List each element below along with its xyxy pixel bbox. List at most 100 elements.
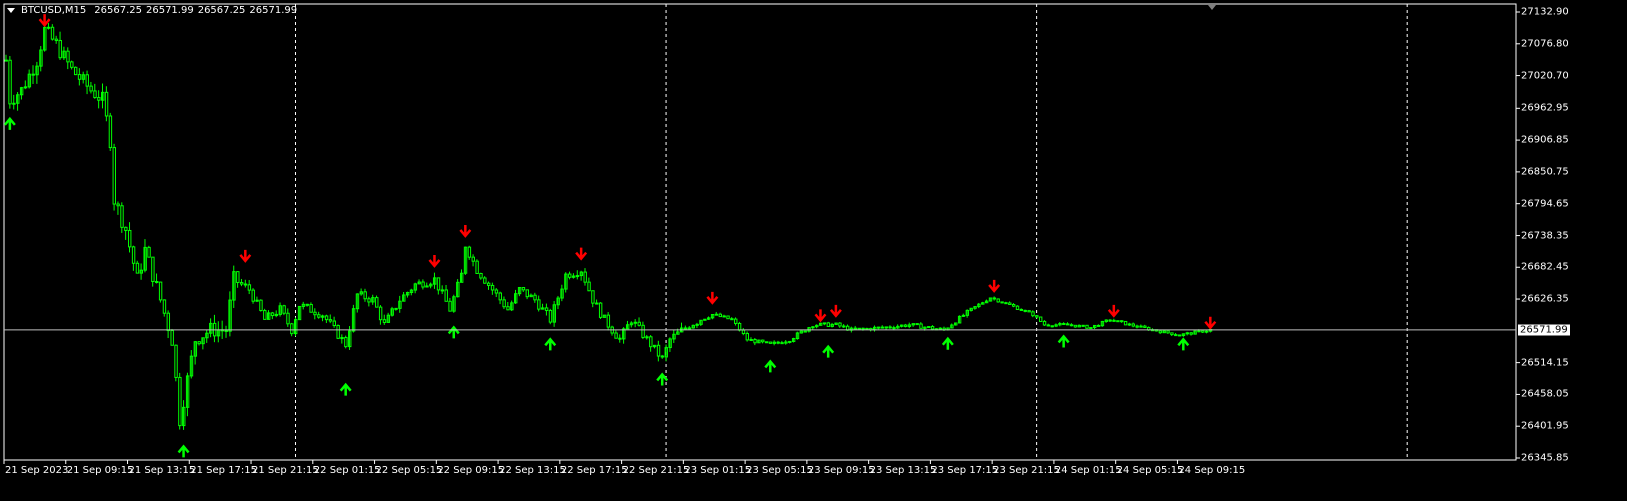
candle-body xyxy=(197,341,201,345)
candle-body xyxy=(618,337,622,340)
candle-body xyxy=(919,323,923,329)
candle-body xyxy=(313,311,317,316)
price-chart[interactable] xyxy=(0,0,1627,501)
candle-body xyxy=(270,312,275,317)
time-label: 21 Sep 13:15 xyxy=(128,465,196,476)
candle-body xyxy=(440,289,445,292)
candle-body xyxy=(263,310,267,320)
candle-body xyxy=(730,318,734,321)
candle-body xyxy=(633,321,638,324)
price-label: 26626.35 xyxy=(1521,293,1569,305)
candle-body xyxy=(660,355,665,358)
candle-body xyxy=(780,342,784,345)
candle-body xyxy=(471,256,475,262)
candle-body xyxy=(1158,330,1163,334)
candle-body xyxy=(741,329,746,335)
candle-body xyxy=(1096,324,1101,327)
candle-body xyxy=(290,323,294,335)
candle-body xyxy=(467,246,472,258)
candle-body xyxy=(533,294,537,301)
candle-body xyxy=(822,322,827,325)
candle-body xyxy=(344,337,348,348)
candle-body xyxy=(865,327,869,330)
candle-body xyxy=(239,282,244,285)
candle-body xyxy=(598,302,603,318)
time-label: 21 Sep 09:15 xyxy=(66,465,134,476)
candle-body xyxy=(544,307,549,311)
candle-body xyxy=(1011,304,1016,307)
candle-body xyxy=(1123,320,1128,326)
candle-body xyxy=(1127,323,1132,326)
candle-body xyxy=(162,299,167,314)
candle-body xyxy=(282,305,286,314)
candle-body xyxy=(97,97,101,101)
candle-body xyxy=(753,339,757,344)
price-label: 26850.75 xyxy=(1521,166,1569,178)
candle-body xyxy=(23,86,28,89)
candle-body xyxy=(50,26,55,40)
time-label: 23 Sep 13:15 xyxy=(869,465,937,476)
low-value: 26567.25 xyxy=(197,5,246,16)
candle-body xyxy=(487,282,491,286)
time-label: 22 Sep 21:15 xyxy=(622,465,690,476)
dropdown-triangle-icon[interactable] xyxy=(7,8,15,13)
candle-body xyxy=(614,332,618,339)
time-label: 23 Sep 09:15 xyxy=(807,465,875,476)
candle-body xyxy=(158,281,163,301)
candle-body xyxy=(537,299,541,310)
candle-body xyxy=(857,327,861,330)
candle-body xyxy=(1000,301,1004,304)
candle-body xyxy=(155,281,159,284)
candle-body xyxy=(803,330,807,333)
symbol-label: BTCUSD,M15 xyxy=(21,5,87,16)
candle-body xyxy=(1015,305,1020,310)
candle-body xyxy=(506,306,510,311)
candle-body xyxy=(1135,325,1139,328)
price-label: 26794.65 xyxy=(1521,198,1569,210)
candle-body xyxy=(768,341,773,344)
candle-body xyxy=(309,303,313,313)
candle-body xyxy=(903,324,908,327)
candle-body xyxy=(683,327,688,330)
candle-body xyxy=(332,320,337,327)
candle-body xyxy=(1023,309,1027,312)
candle-body xyxy=(826,322,831,327)
time-label: 24 Sep 09:15 xyxy=(1178,465,1246,476)
candle-body xyxy=(884,326,888,329)
candle-body xyxy=(637,321,641,326)
candle-body xyxy=(1073,324,1078,328)
price-label: 27132.90 xyxy=(1521,6,1569,18)
candle-body xyxy=(12,102,16,105)
candle-body xyxy=(734,318,738,324)
time-label: 23 Sep 17:15 xyxy=(931,465,999,476)
candle-body xyxy=(1116,320,1120,323)
candle-body xyxy=(324,315,329,321)
candle-body xyxy=(170,330,174,346)
candle-body xyxy=(490,284,495,291)
candle-body xyxy=(128,229,132,248)
candle-body xyxy=(1197,330,1201,333)
candle-body xyxy=(224,330,228,333)
price-label: 26906.85 xyxy=(1521,134,1569,146)
candle-body xyxy=(1189,332,1193,335)
candle-body xyxy=(421,281,425,288)
candle-body xyxy=(961,314,966,317)
candle-body xyxy=(236,271,240,284)
candle-body xyxy=(838,322,842,327)
candle-body xyxy=(448,300,452,312)
candle-body xyxy=(606,314,611,328)
candle-body xyxy=(583,271,587,283)
candle-body xyxy=(498,292,502,301)
candle-body xyxy=(591,290,595,304)
candle-body xyxy=(842,325,846,328)
current-price-label: 26571.99 xyxy=(1518,324,1570,336)
candle-body xyxy=(764,341,769,344)
candle-body xyxy=(1174,334,1178,337)
candle-body xyxy=(73,66,78,76)
candle-body xyxy=(54,38,59,41)
time-label: 23 Sep 01:15 xyxy=(684,465,752,476)
candle-body xyxy=(112,147,116,205)
candle-body xyxy=(1085,324,1089,329)
candle-body xyxy=(788,340,792,343)
time-label: 24 Sep 01:15 xyxy=(1054,465,1122,476)
